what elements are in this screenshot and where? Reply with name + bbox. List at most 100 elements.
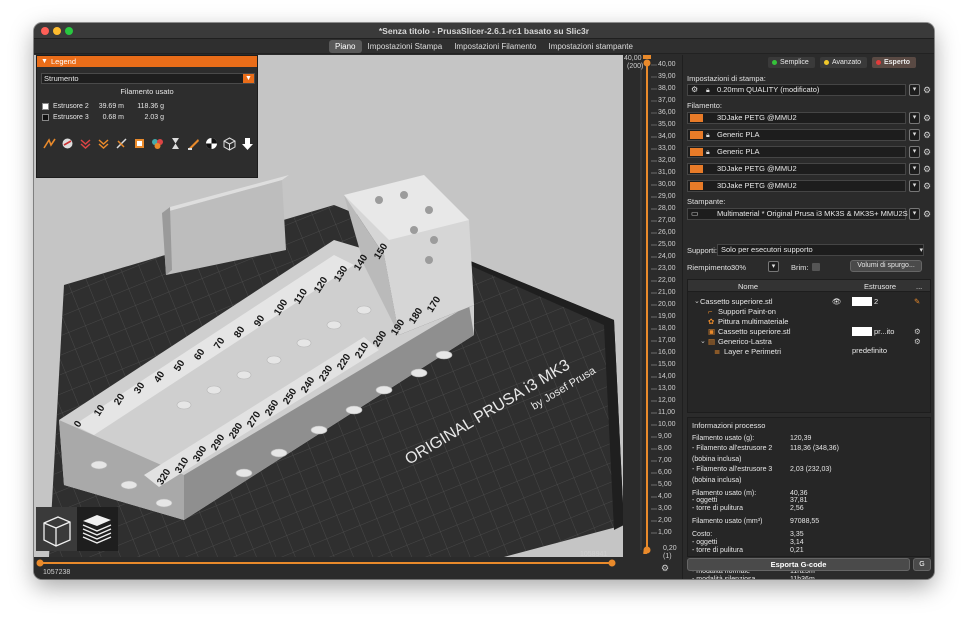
layer-tick-label: 9,00 (658, 433, 672, 440)
edit-icon[interactable]: ✎ (914, 297, 920, 306)
filament-dropdown[interactable]: ▾ (909, 163, 920, 175)
deretractions-icon[interactable] (96, 136, 111, 151)
filament-combo[interactable]: 🔒︎ Generic PLA (687, 129, 906, 141)
layer-tick-label: 5,00 (658, 481, 672, 488)
center-of-gravity-icon[interactable] (204, 136, 219, 151)
object-row[interactable]: ✿ Pittura multimateriale (688, 317, 932, 327)
filament-dropdown[interactable]: ▾ (909, 112, 920, 124)
legend-view-type-select[interactable]: Strumento ▼ (41, 73, 255, 84)
mode-simple-button[interactable]: Semplice (768, 57, 815, 68)
printer-combo[interactable]: ▭ Multimaterial * Original Prusa i3 MK3S… (687, 208, 919, 220)
column-extruder[interactable]: Estrusore (864, 282, 896, 291)
layer-slider[interactable]: 40,00 (200) 40,00 39,00 38,00 37,00 36,00 35,… (623, 55, 683, 573)
object-extruder[interactable]: pr...ito (874, 327, 894, 336)
layer-tick-label: 11,00 (658, 409, 675, 416)
gear-icon[interactable]: ⚙ (923, 114, 932, 123)
supports-combo[interactable]: Solo per esecutori supporto ▾ (717, 244, 924, 256)
tool-changes-icon[interactable] (132, 136, 147, 151)
column-name[interactable]: Nome (738, 282, 758, 291)
gear-icon[interactable]: ⚙ (923, 165, 932, 174)
tab-plater[interactable]: Piano (329, 39, 362, 53)
infill-dropdown[interactable]: ▾ (768, 261, 779, 272)
preview-layers-icon[interactable] (77, 507, 118, 551)
filament-color-swatch[interactable] (690, 148, 703, 156)
layer-tick-label: 19,00 (658, 313, 676, 320)
process-info-value: 3,35 (790, 531, 804, 539)
infill-value[interactable]: 30% (731, 263, 746, 272)
object-row[interactable]: ⌄ ▤ Generico-Lastra predefinito ⚙ (688, 337, 932, 355)
print-settings-combo[interactable]: ⚙ 🔒︎ 0.20mm QUALITY (modificato) (687, 84, 906, 96)
layer-top-sub: (200) (627, 63, 644, 70)
export-gcode-button[interactable]: Esporta G-code (687, 558, 910, 571)
gear-icon[interactable]: ⚙ (923, 210, 932, 219)
object-row[interactable]: ▣ Cassetto superiore.stl pr...ito ⚙ (688, 327, 932, 337)
seams-icon[interactable] (114, 136, 129, 151)
3d-view-icon[interactable] (36, 507, 77, 551)
wipe-icon[interactable] (60, 136, 75, 151)
tool-marker-icon[interactable] (240, 136, 255, 151)
print-settings-dropdown[interactable]: ▾ (909, 84, 920, 96)
gear-icon[interactable]: ⚙ (914, 337, 921, 346)
layer-tick-label: 38,00 (658, 85, 676, 92)
column-more[interactable]: ... (916, 282, 922, 291)
legend-row-grams: 118.36 g (137, 103, 164, 110)
filament-combo[interactable]: 3DJake PETG @MMU2 (687, 163, 906, 175)
object-name: Pittura multimateriale (718, 317, 789, 326)
purging-volumes-button[interactable]: Volumi di spurgo... (850, 260, 922, 272)
filament-combo[interactable]: 3DJake PETG @MMU2 (687, 180, 906, 192)
tab-filament-settings[interactable]: Impostazioni Filamento (448, 40, 542, 53)
filament-dropdown[interactable]: ▾ (909, 180, 920, 192)
object-extruder[interactable]: 2 (874, 297, 878, 306)
printer-dropdown[interactable]: ▾ (909, 208, 920, 220)
shells-icon[interactable] (222, 136, 237, 151)
filament-combo[interactable]: 🔒︎ Generic PLA (687, 146, 906, 158)
filament-dropdown[interactable]: ▾ (909, 146, 920, 158)
legend-title: Legend (51, 57, 77, 66)
gear-icon[interactable]: ⚙ (923, 182, 932, 191)
process-info-title: Informazioni processo (692, 421, 766, 430)
mode-advanced-button[interactable]: Avanzato (820, 57, 868, 68)
filament-combo[interactable]: 3DJake PETG @MMU2 (687, 112, 906, 124)
chevron-down-icon[interactable]: ⌄ (700, 337, 706, 345)
retractions-icon[interactable] (78, 136, 93, 151)
gear-icon[interactable]: ⚙ (923, 86, 932, 95)
process-info-key: (bobina inclusa) (692, 455, 742, 463)
legend-header[interactable]: ▼ Legend (37, 56, 257, 67)
move-slider-left-value: 1057238 (43, 569, 71, 576)
object-row[interactable]: ⌄ Cassetto superiore.stl 👁︎ 2 ✎ (688, 297, 932, 307)
gear-icon[interactable]: ⚙ (923, 148, 932, 157)
view-mode-switch (36, 507, 118, 551)
filament-color-swatch[interactable] (690, 114, 703, 122)
tab-printer-settings[interactable]: Impostazioni stampante (542, 40, 639, 53)
printer-label: Stampante: (687, 197, 726, 206)
filament-color-swatch[interactable] (690, 182, 703, 190)
supports-row: Supporti: Solo per esecutori supporto ▾ (687, 244, 932, 256)
export-gcode-side-button[interactable]: G (913, 558, 931, 571)
object-list[interactable]: Nome Estrusore ... ⌄ Cassetto superiore.… (687, 279, 931, 413)
lock-icon[interactable]: 🔒︎ (643, 547, 651, 556)
object-row[interactable]: ≣ Layer e Perimetri (688, 347, 932, 357)
extruder-color-swatch (852, 297, 872, 306)
pause-prints-icon[interactable] (168, 136, 183, 151)
gear-icon[interactable]: ⚙ (661, 563, 669, 574)
filament-dropdown[interactable]: ▾ (909, 129, 920, 141)
gear-icon[interactable]: ⚙ (923, 131, 932, 140)
color-changes-icon[interactable] (150, 136, 165, 151)
object-row[interactable]: ⌐ Supporti Paint-on (688, 307, 932, 317)
process-info-value: 2,56 (790, 505, 804, 513)
eye-icon[interactable]: 👁︎ (832, 297, 842, 306)
custom-gcode-icon[interactable] (186, 136, 201, 151)
filament-color-swatch[interactable] (690, 165, 703, 173)
tab-print-settings[interactable]: Impostazioni Stampa (362, 40, 449, 53)
mode-expert-button[interactable]: Esperto (872, 57, 917, 68)
layer-tick-label: 16,00 (658, 349, 676, 356)
process-info-key: - oggetti (692, 497, 718, 505)
3d-viewport[interactable]: ORIGINAL PRUSA i3 MK3 by Josef Prusa 150… (34, 55, 645, 557)
move-slider[interactable]: 1057238 1058941 (34, 551, 645, 579)
filament-color-swatch[interactable] (690, 131, 703, 139)
travel-icon[interactable] (42, 136, 57, 151)
chevron-down-icon[interactable]: ⌄ (694, 297, 700, 305)
brim-checkbox[interactable] (812, 263, 820, 271)
gear-icon[interactable]: ⚙ (914, 327, 921, 336)
legend-row: Estrusore 2 39.69 m 118.36 g (42, 103, 164, 110)
